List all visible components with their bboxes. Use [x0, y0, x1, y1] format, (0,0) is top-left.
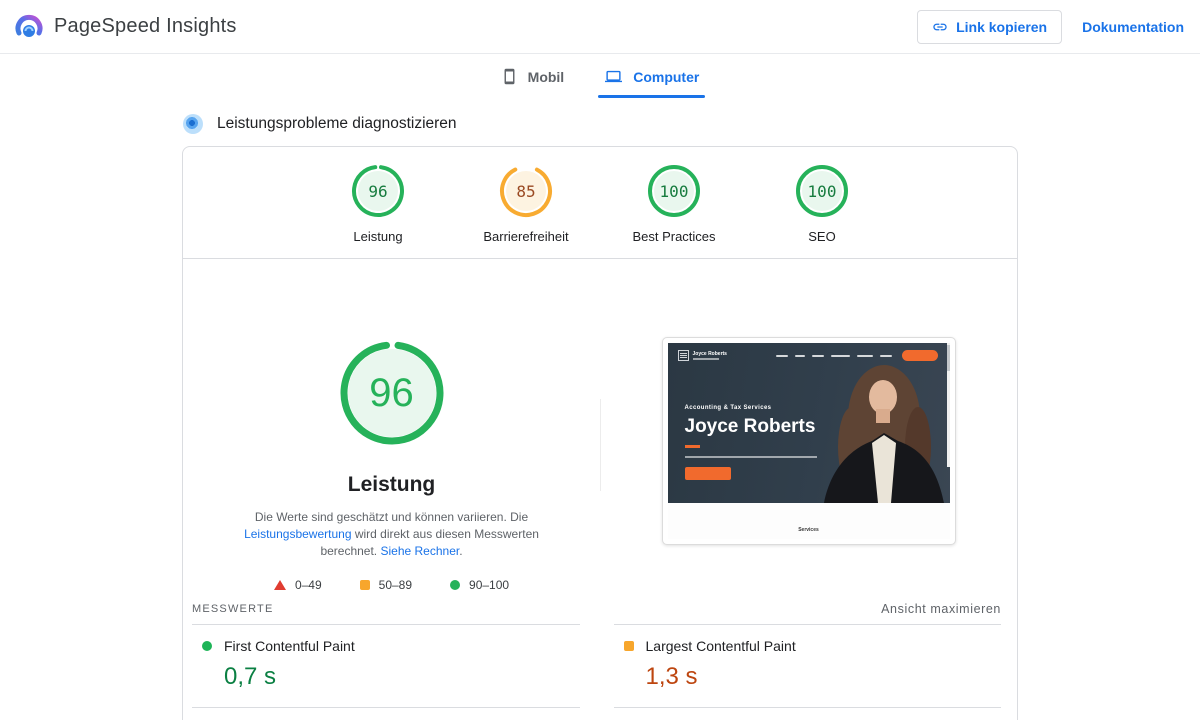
score-label: SEO	[808, 229, 836, 244]
circle-icon	[450, 580, 461, 590]
metric-status-icon-good	[202, 641, 212, 651]
desc-text: Die Werte sind geschätzt und können vari…	[254, 510, 529, 524]
square-icon	[359, 580, 370, 590]
metric-row-cls: Cumulative Layout Shift	[613, 707, 1001, 720]
site-logo: Joyce Roberts	[677, 350, 727, 361]
metrics-grid: First Contentful Paint 0,7 s Largest Con…	[183, 624, 1017, 720]
tab-computer-label: Computer	[633, 68, 700, 85]
diagnose-gauge-icon	[183, 114, 203, 134]
pagespeed-logo-icon	[15, 14, 43, 37]
score-label: Leistung	[353, 229, 403, 244]
metric-label: Largest Contentful Paint	[645, 638, 796, 654]
performance-description: Die Werte sind geschätzt und können vari…	[233, 509, 551, 560]
person-photo	[823, 365, 944, 503]
site-scrollbar	[946, 343, 950, 467]
copy-link-label: Link kopieren	[956, 18, 1048, 35]
legend-item-good: 90–100	[450, 578, 509, 592]
score-value: 100	[659, 181, 689, 201]
score-label: Best Practices	[632, 229, 716, 244]
main-content: Leistungsprobleme diagnostizieren 96 Lei…	[182, 114, 1018, 720]
score-gauge-best-practices[interactable]: 100 Best Practices	[615, 163, 733, 244]
computer-icon	[605, 70, 623, 83]
compare-section: 96 Leistung Die Werte sind geschätzt und…	[183, 259, 1017, 602]
messwerte-label: MESSWERTE	[192, 603, 274, 615]
app-title: PageSpeed Insights	[54, 15, 237, 37]
score-gauge-seo[interactable]: 100 SEO	[763, 163, 881, 244]
score-value: 85	[516, 181, 536, 201]
copy-link-button[interactable]: Link kopieren	[917, 9, 1063, 44]
maximize-view-link[interactable]: Ansicht maximieren	[881, 602, 1001, 616]
diagnose-row: Leistungsprobleme diagnostizieren	[183, 114, 1018, 134]
scoring-link[interactable]: Leistungsbewertung	[244, 527, 351, 541]
performance-panel: 96 Leistung Die Werte sind geschätzt und…	[183, 259, 600, 592]
metric-row-fcp: First Contentful Paint 0,7 s	[192, 624, 580, 707]
score-label: Barrierefreiheit	[483, 229, 569, 244]
site-hero: Joyce Roberts Accounting & Tax Services	[667, 343, 950, 503]
final-screenshot[interactable]: Joyce Roberts Accounting & Tax Services	[661, 337, 956, 545]
legend-range: 0–49	[294, 578, 322, 592]
score-gauge-barrierefreiheit[interactable]: 85 Barrierefreiheit	[467, 163, 585, 244]
site-footer: Services	[667, 503, 950, 539]
metric-value: 0,7 s	[224, 663, 277, 690]
legend-range: 90–100	[469, 578, 510, 592]
tab-underline	[495, 95, 571, 98]
diagnose-heading: Leistungsprobleme diagnostizieren	[217, 115, 457, 132]
score-gauge-leistung[interactable]: 96 Leistung	[319, 163, 437, 244]
metrics-header: MESSWERTE Ansicht maximieren	[183, 602, 1017, 616]
tab-computer[interactable]: Computer	[598, 62, 706, 98]
legend-item-fail: 0–49	[273, 578, 322, 592]
documentation-link[interactable]: Dokumentation	[1082, 19, 1184, 35]
metric-label: First Contentful Paint	[224, 638, 355, 654]
performance-title: Leistung	[347, 473, 436, 496]
tab-mobil-label: Mobil	[527, 68, 565, 85]
calculator-link[interactable]: Siehe Rechner	[380, 544, 459, 558]
legend-item-average: 50–89	[359, 578, 413, 592]
tab-mobil[interactable]: Mobil	[495, 62, 571, 98]
site-hero-button	[684, 467, 731, 480]
screenshot-panel: Joyce Roberts Accounting & Tax Services	[600, 259, 1017, 592]
header-actions: Link kopieren Dokumentation	[917, 9, 1184, 44]
link-icon	[933, 23, 947, 30]
site-footer-caption: Services	[798, 527, 819, 533]
app-header: PageSpeed Insights Link kopieren Dokumen…	[0, 0, 1200, 54]
triangle-icon	[273, 580, 286, 590]
desc-text: .	[459, 544, 463, 558]
metric-row-lcp: Largest Contentful Paint 1,3 s	[613, 624, 1001, 707]
vertical-divider	[600, 399, 601, 491]
brand[interactable]: PageSpeed Insights	[14, 12, 237, 42]
score-value: 100	[807, 181, 837, 201]
phone-icon	[504, 68, 515, 85]
summary-scores: 96 Leistung 85 Barrierefreiheit 100 Best…	[183, 147, 1017, 258]
score-value: 96	[368, 181, 388, 201]
legend-range: 50–89	[378, 578, 413, 592]
device-tabs: Mobil Computer	[0, 54, 1200, 98]
report-card: 96 Leistung 85 Barrierefreiheit 100 Best…	[182, 146, 1018, 720]
score-legend: 0–49 50–89 90–100	[273, 578, 509, 592]
metric-row-tbt: Total Blocking Time	[192, 707, 580, 720]
active-tab-underline	[598, 95, 706, 98]
performance-gauge: 96	[338, 339, 446, 447]
performance-score-value: 96	[369, 370, 414, 415]
metric-value: 1,3 s	[645, 663, 698, 690]
metric-status-icon-average	[623, 641, 634, 651]
